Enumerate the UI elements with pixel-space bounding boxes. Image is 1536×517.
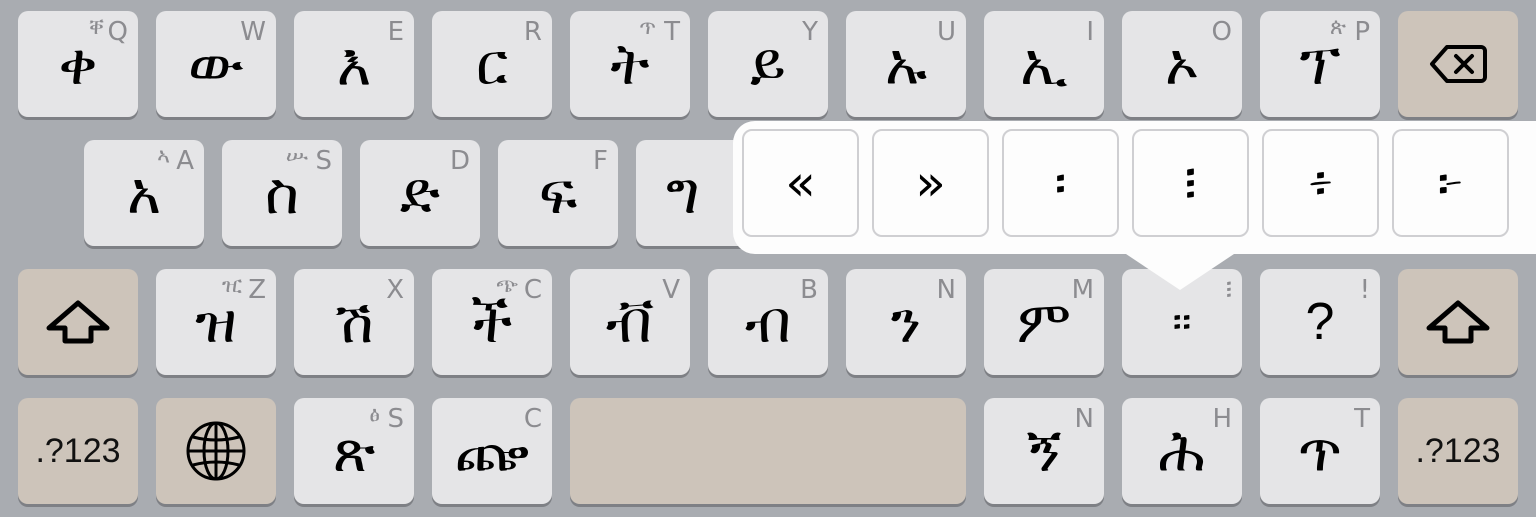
key-d[interactable]: D ድ — [360, 140, 480, 246]
key-f[interactable]: F ፍ — [498, 140, 618, 246]
key-ts[interactable]: ፅ S ጽ — [294, 398, 414, 504]
popup-option-right-guillemet[interactable]: » — [872, 129, 989, 237]
key-character: ጬ — [454, 416, 530, 485]
key-character: ኦ — [1164, 29, 1200, 98]
globe-key[interactable] — [156, 398, 276, 504]
popup-option-preface-colon[interactable]: ፦ — [1392, 129, 1509, 237]
key-u[interactable]: U ኡ — [846, 11, 966, 117]
key-character: ዝ — [195, 287, 237, 356]
key-character: እ — [336, 29, 372, 98]
key-a[interactable]: ኣ A አ — [84, 140, 204, 246]
key-character: ኢ — [1020, 29, 1068, 98]
shift-icon — [18, 269, 138, 375]
space-bar[interactable] — [570, 398, 966, 504]
key-v[interactable]: V ቭ — [570, 269, 690, 375]
numbers-key-right[interactable]: .?123 — [1398, 398, 1518, 504]
key-h[interactable]: H ሕ — [1122, 398, 1242, 504]
key-b[interactable]: B ብ — [708, 269, 828, 375]
backspace-icon — [1398, 11, 1518, 117]
key-che[interactable]: C ጬ — [432, 398, 552, 504]
key-character: ን — [890, 287, 922, 356]
key-y[interactable]: Y ይ — [708, 11, 828, 117]
key-t[interactable]: ጥ T ት — [570, 11, 690, 117]
key-te[interactable]: T ጥ — [1260, 398, 1380, 504]
popup-option-colon[interactable]: ፥ — [1262, 129, 1379, 237]
key-character: ኝ — [1026, 416, 1062, 485]
key-character: አ — [127, 158, 161, 227]
shift-key-right[interactable] — [1398, 269, 1518, 375]
key-character: ው — [188, 29, 244, 98]
key-character: ኡ — [885, 29, 927, 98]
key-character: ት — [610, 29, 650, 98]
key-nye[interactable]: N ኝ — [984, 398, 1104, 504]
key-x[interactable]: X ሽ — [294, 269, 414, 375]
key-n[interactable]: N ን — [846, 269, 966, 375]
shift-key-left[interactable] — [18, 269, 138, 375]
key-character: ች — [471, 287, 513, 356]
key-z[interactable]: ዢ Z ዝ — [156, 269, 276, 375]
key-character: ቭ — [605, 287, 655, 356]
key-character: ም — [1016, 287, 1072, 356]
key-character: ጽ — [332, 416, 376, 485]
key-r[interactable]: R ር — [432, 11, 552, 117]
key-qe[interactable]: ቐ Q ቀ — [18, 11, 138, 117]
key-m[interactable]: M ም — [984, 269, 1104, 375]
key-character: ስ — [264, 158, 300, 227]
key-character: ፕ — [1299, 29, 1341, 98]
backspace-key[interactable] — [1398, 11, 1518, 117]
key-character: ብ — [744, 287, 792, 356]
key-character: ር — [475, 29, 509, 98]
key-character: ፍ — [538, 158, 578, 227]
key-e[interactable]: E እ — [294, 11, 414, 117]
popup-option-left-guillemet[interactable]: « — [742, 129, 859, 237]
popup-option-wordspace[interactable]: ፡ — [1002, 129, 1119, 237]
key-character: ድ — [399, 158, 441, 227]
numbers-key-label: .?123 — [35, 431, 121, 470]
key-s[interactable]: ሡ S ስ — [222, 140, 342, 246]
key-character: ሕ — [1158, 416, 1206, 485]
numbers-key-left[interactable]: .?123 — [18, 398, 138, 504]
key-question[interactable]: ! ? — [1260, 269, 1380, 375]
key-i[interactable]: I ኢ — [984, 11, 1104, 117]
key-we[interactable]: W ው — [156, 11, 276, 117]
key-o[interactable]: O ኦ — [1122, 11, 1242, 117]
globe-icon — [156, 398, 276, 504]
popup-option-question-mark[interactable]: ፧ — [1132, 129, 1249, 237]
key-character: ይ — [750, 29, 786, 98]
shift-icon — [1398, 269, 1518, 375]
key-c[interactable]: ጭ C ች — [432, 269, 552, 375]
key-character: ? — [1305, 293, 1335, 351]
key-p[interactable]: ጵ P ፕ — [1260, 11, 1380, 117]
key-character: ሽ — [334, 287, 374, 356]
key-character: ጥ — [1297, 416, 1343, 485]
numbers-key-label: .?123 — [1415, 431, 1501, 470]
key-character: ቀ — [58, 29, 98, 98]
